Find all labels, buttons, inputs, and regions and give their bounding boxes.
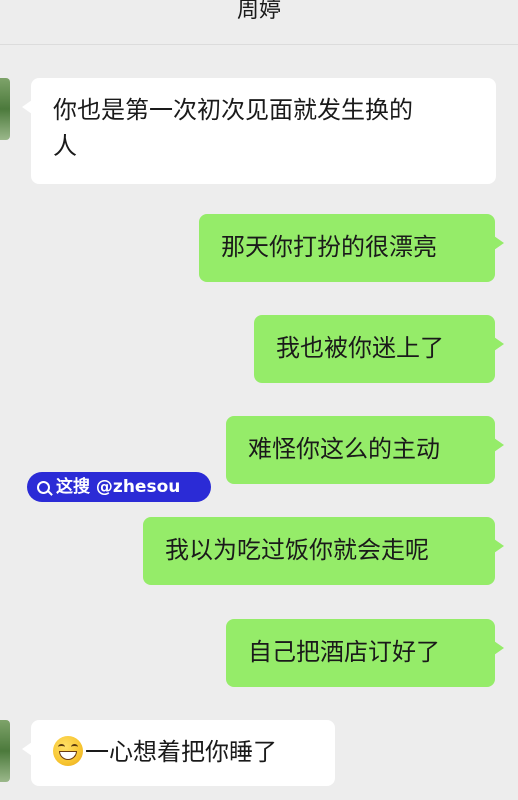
watermark-text: 这搜 @zhesou xyxy=(56,477,181,497)
header-divider xyxy=(0,44,518,45)
incoming-message-bubble[interactable]: 你也是第一次初次见面就发生换的 人 xyxy=(22,78,496,184)
outgoing-message-bubble[interactable]: 自己把酒店订好了 xyxy=(226,619,504,687)
outgoing-message-bubble[interactable]: 我也被你迷上了 xyxy=(254,315,504,383)
contact-avatar[interactable] xyxy=(0,78,10,140)
grinning-face-icon xyxy=(53,736,83,766)
message-text: 自己把酒店订好了 xyxy=(248,638,440,666)
message-text: 一心想着把你睡了 xyxy=(85,738,277,766)
outgoing-message-bubble[interactable]: 那天你打扮的很漂亮 xyxy=(199,214,504,282)
incoming-message-bubble[interactable]: 一心想着把你睡了 xyxy=(22,720,335,786)
contact-name: 周婷 xyxy=(236,0,281,23)
watermark-badge: 这搜 @zhesou xyxy=(27,472,211,502)
message-text: 你也是第一次初次见面就发生换的 xyxy=(53,96,413,124)
message-text: 我以为吃过饭你就会走呢 xyxy=(165,536,429,564)
message-text: 难怪你这么的主动 xyxy=(248,435,440,463)
chat-header: 周婷 xyxy=(0,0,518,40)
search-icon xyxy=(37,481,50,494)
message-text: 那天你打扮的很漂亮 xyxy=(221,233,437,261)
message-text: 我也被你迷上了 xyxy=(276,334,444,362)
chat-screen: 周婷 你也是第一次初次见面就发生换的 人 那天你打扮的很漂亮 我也被你迷上了 难… xyxy=(0,0,518,800)
outgoing-message-bubble[interactable]: 我以为吃过饭你就会走呢 xyxy=(143,517,504,585)
contact-avatar[interactable] xyxy=(0,720,10,782)
outgoing-message-bubble[interactable]: 难怪你这么的主动 xyxy=(226,416,504,484)
message-content: 一心想着把你睡了 xyxy=(53,734,335,770)
message-text: 人 xyxy=(53,132,77,160)
